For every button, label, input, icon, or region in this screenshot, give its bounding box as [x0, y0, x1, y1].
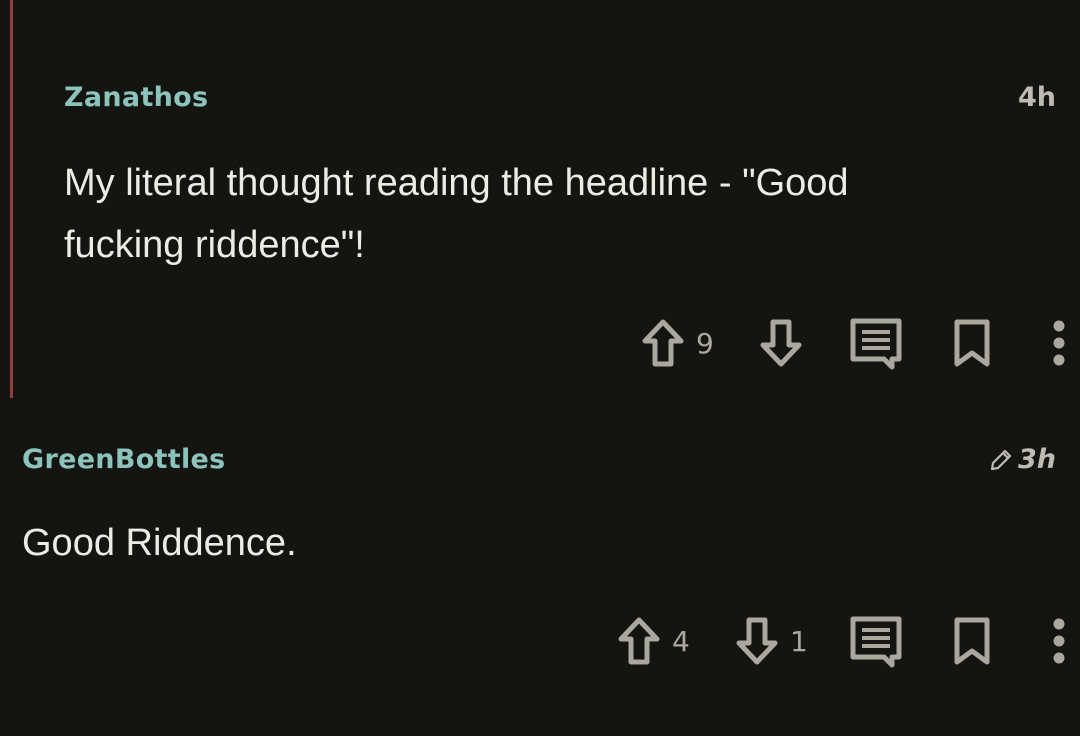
comment-icon: [848, 315, 904, 371]
more-vertical-icon: [1052, 317, 1066, 369]
more-options-button[interactable]: [1052, 313, 1066, 373]
arrow-up-icon: [616, 615, 662, 667]
more-vertical-icon: [1052, 615, 1066, 667]
downvote-button[interactable]: 1: [734, 611, 808, 671]
comment-author[interactable]: GreenBottles: [22, 444, 226, 475]
upvote-count: 9: [696, 326, 714, 360]
pencil-icon: [988, 447, 1014, 473]
comment-actions: 9: [560, 313, 1080, 373]
arrow-down-icon: [734, 615, 780, 667]
bookmark-icon: [952, 615, 992, 667]
upvote-button[interactable]: 9: [640, 313, 714, 373]
comment: GreenBottles 3h Good Riddence. 4 1: [0, 398, 1080, 736]
comment-body: Good Riddence.: [22, 522, 297, 564]
save-button[interactable]: [952, 611, 992, 671]
comment-timestamp: 3h: [988, 444, 1056, 475]
save-button[interactable]: [952, 313, 992, 373]
reply-button[interactable]: [848, 611, 904, 671]
comment-author[interactable]: Zanathos: [64, 82, 208, 113]
comment-timestamp: 4h: [1018, 82, 1056, 113]
comment-thread: Zanathos 4h My literal thought reading t…: [0, 0, 1080, 736]
upvote-button[interactable]: 4: [616, 611, 690, 671]
arrow-up-icon: [640, 317, 686, 369]
comment-icon: [848, 613, 904, 669]
comment: Zanathos 4h My literal thought reading t…: [0, 0, 1080, 398]
timestamp-label: 3h: [1017, 444, 1056, 475]
arrow-down-icon: [758, 317, 804, 369]
comment-body: My literal thought reading the headline …: [64, 162, 849, 266]
upvote-count: 4: [672, 624, 690, 658]
bookmark-icon: [952, 317, 992, 369]
more-options-button[interactable]: [1052, 611, 1066, 671]
timestamp-label: 4h: [1017, 82, 1056, 113]
downvote-button[interactable]: [758, 313, 814, 373]
comment-actions: 4 1: [560, 611, 1080, 671]
reply-button[interactable]: [848, 313, 904, 373]
downvote-count: 1: [790, 624, 808, 658]
